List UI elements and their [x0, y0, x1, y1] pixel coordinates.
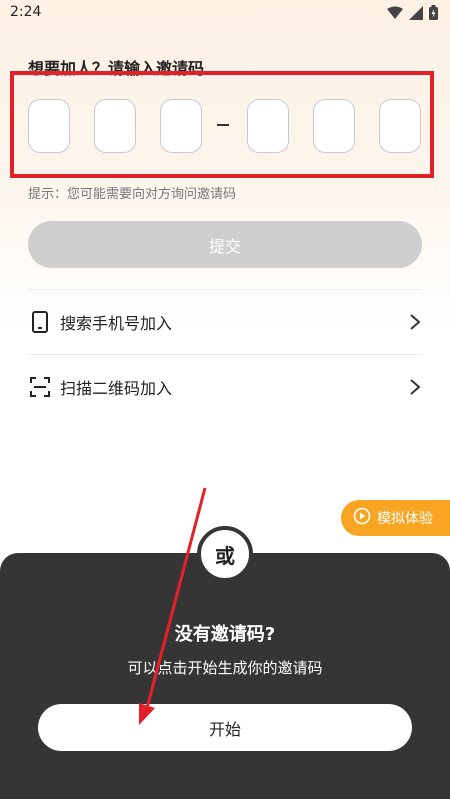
no-code-title: 没有邀请码?	[174, 624, 276, 645]
wifi-icon	[387, 6, 403, 20]
play-icon	[353, 507, 377, 529]
invite-code-input-group[interactable]	[18, 83, 428, 173]
battery-icon	[429, 5, 438, 20]
trial-label: 模拟体验	[377, 511, 433, 527]
invite-hint: 提示：您可能需要向对方询问邀请码	[28, 187, 237, 202]
phone-icon	[28, 310, 52, 334]
code-box-6[interactable]	[379, 99, 421, 153]
start-button[interactable]: 开始	[38, 704, 412, 751]
status-time: 2:24	[10, 4, 42, 20]
or-badge: 或	[197, 526, 253, 582]
invite-title: 想要加人？请输入邀请码	[28, 59, 205, 78]
code-box-1[interactable]	[28, 99, 70, 153]
trial-button[interactable]: 模拟体验	[341, 500, 450, 536]
submit-button[interactable]: 提交	[28, 221, 422, 268]
scan-icon	[28, 375, 52, 399]
status-bar: 2:24	[0, 0, 450, 26]
search-phone-option[interactable]: 搜索手机号加入	[28, 290, 422, 354]
chevron-right-icon	[408, 312, 422, 332]
code-box-2[interactable]	[94, 99, 136, 153]
status-icons	[387, 5, 438, 20]
search-phone-label: 搜索手机号加入	[60, 314, 173, 333]
chevron-right-icon	[408, 377, 422, 397]
scan-qr-option[interactable]: 扫描二维码加入	[28, 355, 422, 419]
code-box-3[interactable]	[160, 99, 202, 153]
signal-icon	[409, 5, 423, 20]
no-code-description: 可以点击开始生成你的邀请码	[127, 659, 323, 677]
code-box-5[interactable]	[313, 99, 355, 153]
code-dash	[217, 124, 229, 126]
code-box-4[interactable]	[247, 99, 289, 153]
scan-qr-label: 扫描二维码加入	[60, 379, 173, 398]
